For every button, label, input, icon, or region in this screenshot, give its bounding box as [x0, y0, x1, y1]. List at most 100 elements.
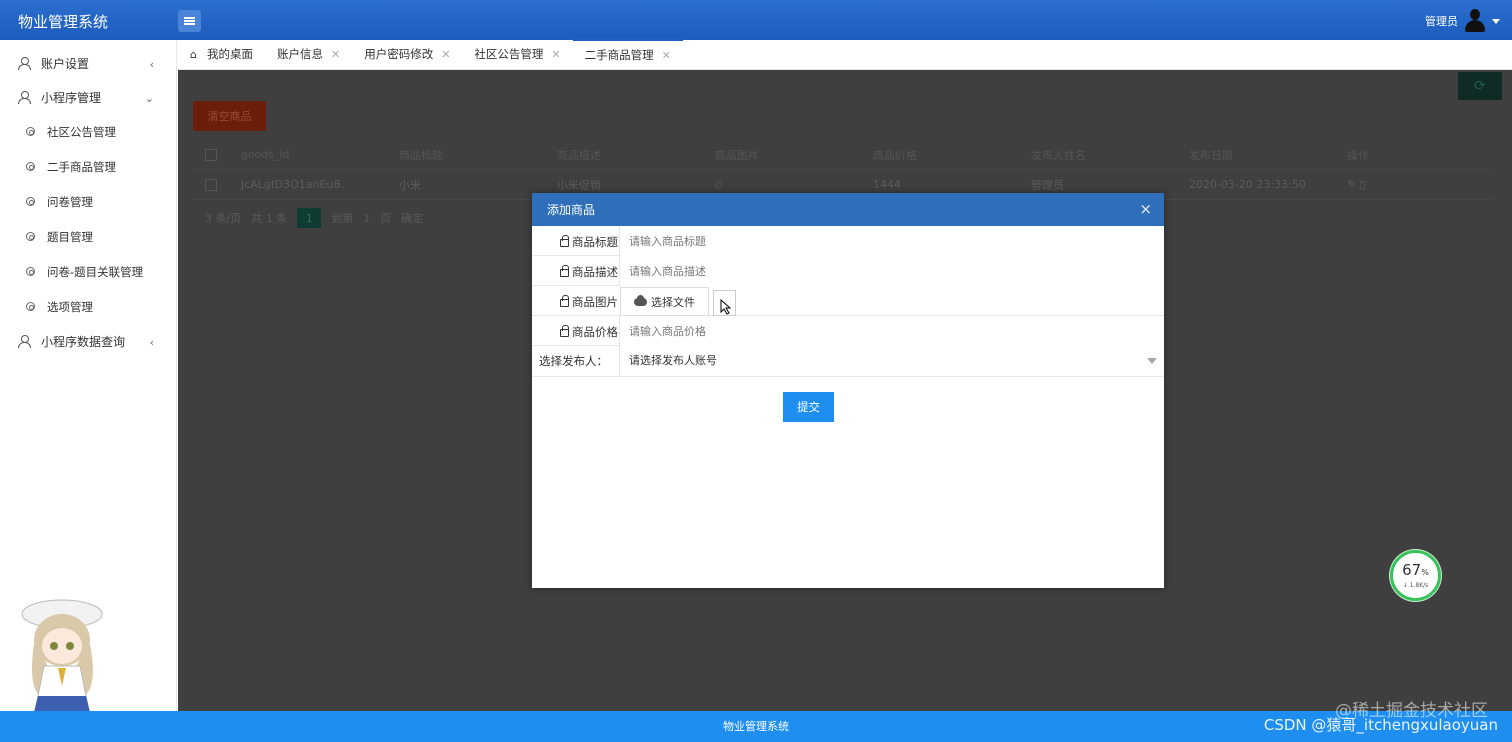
column-header: 商品价格: [872, 148, 917, 162]
edit-icon[interactable]: ✎: [1347, 178, 1356, 191]
sidebar-subitem-label: 问卷管理: [47, 194, 93, 209]
sidebar-subitem-label: 社区公告管理: [47, 124, 116, 139]
field-label: 商品描述: [532, 264, 618, 280]
dialog-title: 添加商品: [547, 203, 596, 217]
column-header: 发布日期: [1188, 148, 1233, 162]
tab-label: 我的桌面: [206, 47, 253, 61]
circle-icon: [26, 127, 35, 136]
user-icon: [18, 56, 31, 70]
page-unit: 页: [380, 212, 392, 225]
price-field-row: 商品价格: [532, 316, 1164, 346]
circle-icon: [26, 267, 35, 276]
sidebar-subitem-label: 题目管理: [47, 229, 93, 244]
watermark: CSDN @猿哥_itchengxulaoyuan: [1263, 716, 1498, 734]
page-size-select[interactable]: 3 条/页: [205, 210, 241, 226]
app-title: 物业管理系统: [18, 13, 109, 31]
top-header: 物业管理系统 管理员: [0, 0, 1512, 40]
network-gauge[interactable]: 67% ↓ 1.8K/s: [1390, 550, 1441, 601]
sidebar-item-account-settings[interactable]: 账户设置 ‹: [0, 46, 176, 80]
publisher-select[interactable]: 请选择发布人账号: [619, 346, 1164, 376]
total-count: 共 1 条: [251, 212, 288, 225]
circle-icon: [26, 162, 35, 171]
lock-icon: [560, 265, 569, 277]
gauge-speed: ↓ 1.8K/s: [1402, 581, 1429, 589]
column-header: 商品描述: [556, 148, 601, 162]
goods-price-input[interactable]: [619, 316, 1164, 346]
tab-desktop[interactable]: ⌂ 我的桌面: [178, 39, 265, 69]
caret-down-icon: [1147, 358, 1157, 364]
row-actions: ✎ ▯: [1335, 178, 1493, 191]
column-header: 操作: [1346, 148, 1369, 162]
table-cell: 小米促销: [556, 178, 601, 192]
tab-bar: ⌂ 我的桌面 账户信息 ✕ 用户密码修改 ✕ 社区公告管理 ✕ 二手商品管理 ✕: [178, 39, 1512, 70]
user-icon: [18, 334, 31, 348]
sidebar-subitem-question[interactable]: 题目管理: [0, 219, 176, 254]
close-icon[interactable]: ✕: [441, 48, 450, 61]
close-icon[interactable]: ×: [1139, 200, 1152, 218]
column-header: 商品图片: [714, 148, 759, 162]
hamburger-icon: [184, 20, 195, 22]
goto-label: 到第: [331, 212, 354, 225]
sidebar-subitem-label: 选项管理: [47, 299, 93, 314]
goods-table: goods_id 商品标题 商品描述 商品图片 商品价格 发布人姓名 发布日期 …: [193, 140, 1493, 200]
avatar: [1464, 9, 1486, 33]
sidebar-item-data-query[interactable]: 小程序数据查询 ‹: [0, 324, 176, 358]
sidebar-item-label: 小程序管理: [41, 90, 102, 105]
tab-notice[interactable]: 社区公告管理 ✕: [462, 39, 572, 69]
title-field-row: 商品标题: [532, 226, 1164, 256]
goto-confirm-button[interactable]: 确定: [401, 210, 423, 226]
lock-icon: [560, 325, 569, 337]
sidebar-subitem-option[interactable]: 选项管理: [0, 289, 176, 324]
user-name: 管理员: [1425, 15, 1458, 28]
user-icon: [18, 90, 31, 104]
chevron-left-icon: ‹: [149, 58, 154, 71]
sidebar-subitem-label: 问卷-题目关联管理: [47, 264, 144, 279]
close-icon[interactable]: ✕: [331, 48, 340, 61]
sidebar: 账户设置 ‹ 小程序管理 ⌄ 社区公告管理 二手商品管理 问卷管理 题目管理 问…: [0, 40, 177, 742]
sidebar-subitem-notice[interactable]: 社区公告管理: [0, 114, 176, 149]
tab-label: 账户信息: [276, 47, 323, 61]
close-icon[interactable]: ✕: [551, 48, 560, 61]
choose-file-button[interactable]: 选择文件: [620, 287, 709, 316]
circle-icon: [26, 197, 35, 206]
chevron-left-icon: ‹: [149, 336, 154, 349]
column-header[interactable]: goods_id: [229, 148, 387, 161]
table-cell: 1444: [872, 178, 901, 191]
add-goods-dialog: 添加商品 × 商品标题 商品描述 商品图片 选择文件 商品价格 选择发布人： 请…: [532, 193, 1164, 588]
current-page[interactable]: 1: [297, 208, 322, 228]
sidebar-subitem-goods[interactable]: 二手商品管理: [0, 149, 176, 184]
dialog-header: 添加商品 ×: [532, 193, 1164, 226]
table-header: goods_id 商品标题 商品描述 商品图片 商品价格 发布人姓名 发布日期 …: [193, 140, 1493, 170]
field-label: 商品标题: [532, 234, 618, 250]
caret-down-icon: [1492, 18, 1500, 24]
table-cell: JcALgfD3O1anEu8.: [240, 178, 344, 191]
field-label: 选择发布人：: [539, 354, 608, 368]
row-checkbox[interactable]: [193, 178, 229, 191]
chevron-down-icon: ⌄: [144, 92, 154, 105]
gauge-value: 67%: [1402, 560, 1429, 579]
tab-account-info[interactable]: 账户信息 ✕: [265, 39, 352, 69]
sidebar-item-miniprogram[interactable]: 小程序管理 ⌄: [0, 80, 176, 114]
circle-icon: [26, 302, 35, 311]
menu-toggle-button[interactable]: [178, 10, 201, 32]
table-cell: 小米: [398, 178, 421, 192]
close-icon[interactable]: ✕: [662, 49, 671, 62]
circle-icon: [26, 232, 35, 241]
tab-label: 用户密码修改: [364, 47, 434, 61]
clear-goods-button[interactable]: 清空商品: [193, 101, 266, 131]
sidebar-subitem-survey-question[interactable]: 问卷-题目关联管理: [0, 254, 176, 289]
refresh-button[interactable]: ⟳: [1458, 72, 1502, 100]
delete-icon[interactable]: ▯: [1360, 178, 1366, 191]
tab-goods[interactable]: 二手商品管理 ✕: [572, 39, 683, 69]
goods-desc-input[interactable]: [619, 256, 1164, 286]
goods-title-input[interactable]: [619, 226, 1164, 256]
select-all-checkbox[interactable]: [193, 148, 229, 161]
submit-button[interactable]: 提交: [783, 392, 834, 422]
sidebar-subitem-survey[interactable]: 问卷管理: [0, 184, 176, 219]
user-menu[interactable]: 管理员: [1425, 9, 1500, 33]
goto-input[interactable]: 1: [363, 212, 370, 225]
sidebar-subitem-label: 二手商品管理: [47, 159, 116, 174]
tab-label: 二手商品管理: [584, 48, 654, 62]
tab-password[interactable]: 用户密码修改 ✕: [352, 39, 462, 69]
sidebar-item-label: 账户设置: [41, 56, 90, 71]
